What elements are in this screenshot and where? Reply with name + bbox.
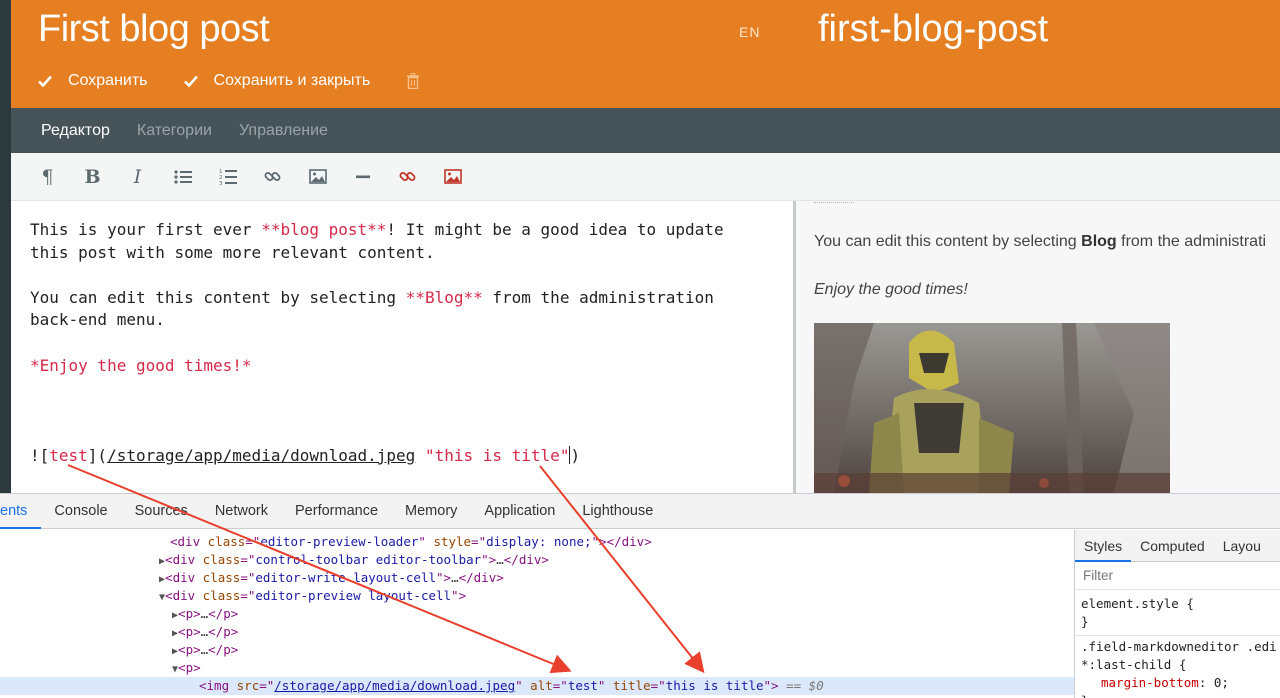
preview-image — [814, 323, 1170, 493]
preview-paragraph: Enjoy the good times! — [814, 281, 968, 298]
tab-application[interactable]: Application — [471, 494, 569, 529]
header-actions: Сохранить Сохранить и закрыть — [38, 70, 420, 92]
tab-sources[interactable]: Sources — [121, 494, 201, 529]
media-link-button[interactable] — [385, 161, 430, 193]
trash-icon[interactable] — [406, 73, 420, 90]
style-rule-selector: .field-markdowneditor .edi — [1081, 639, 1277, 654]
dom-tree: <div class="editor-preview-loader" style… — [0, 530, 1074, 698]
styles-filter-input[interactable]: Filter — [1075, 562, 1280, 590]
image-url: /storage/app/media/download.jpeg — [107, 445, 416, 465]
tab-computed[interactable]: Computed — [1131, 530, 1214, 562]
tab-performance[interactable]: Performance — [282, 494, 392, 529]
bullet-list-button[interactable] — [160, 161, 205, 193]
style-rule-end: } — [1081, 692, 1280, 698]
pilcrow-icon: ¶ — [41, 165, 54, 188]
save-button-label: Сохранить — [68, 72, 148, 89]
bold-button[interactable]: B — [70, 161, 115, 193]
link-button[interactable] — [250, 161, 295, 193]
tab-styles[interactable]: Styles — [1075, 530, 1132, 562]
styles-tabs: Styles Computed Layou — [1075, 530, 1280, 562]
image-title-text: "this is title" — [424, 445, 570, 465]
editor-line: *Enjoy the good times!* — [30, 355, 252, 375]
check-icon — [183, 74, 198, 88]
slug-field[interactable]: first-blog-post — [818, 8, 1048, 51]
expand-arrow-icon: ▶ — [159, 574, 166, 585]
bold-icon: B — [84, 165, 101, 188]
left-edge — [0, 0, 11, 493]
tab-categories[interactable]: Категории — [137, 122, 212, 140]
horizontal-rule-button[interactable] — [340, 161, 385, 193]
tab-memory[interactable]: Memory — [392, 494, 471, 529]
svg-text:3: 3 — [219, 181, 223, 186]
save-and-close-label: Сохранить и закрыть — [213, 72, 371, 89]
dom-node[interactable]: ▶<div class="control-toolbar editor-tool… — [0, 551, 1074, 569]
italic-icon: I — [133, 165, 142, 188]
save-and-close-button[interactable]: Сохранить и закрыть — [183, 72, 371, 90]
dom-node[interactable]: ▶<p>…</p> — [0, 623, 1074, 641]
tab-elements[interactable]: ents — [0, 494, 41, 529]
tab-manage[interactable]: Управление — [239, 122, 328, 140]
numbered-list-icon: 123 — [219, 169, 237, 186]
save-button[interactable]: Сохранить — [38, 72, 148, 90]
link-icon — [264, 172, 281, 181]
editor-line: This is your first ever **blog post**! I… — [30, 220, 724, 239]
paragraph-button[interactable]: ¶ — [25, 161, 70, 193]
dom-node[interactable]: ▶<p>…</p> — [0, 641, 1074, 659]
style-rule-selector: element.style { — [1081, 596, 1194, 611]
page-header: First blog post EN first-blog-post Сохра… — [11, 0, 1280, 108]
minus-icon — [355, 175, 370, 178]
tab-layout[interactable]: Layou — [1214, 530, 1270, 562]
image-button[interactable] — [295, 161, 340, 193]
devtools-tabs: ents Console Sources Network Performance… — [0, 494, 1280, 529]
collapse-arrow-icon: ▼ — [159, 592, 166, 603]
style-rule-selector: *:last-child { — [1081, 657, 1187, 672]
editor-line: You can edit this content by selecting *… — [30, 287, 714, 307]
tab-network[interactable]: Network — [201, 494, 281, 529]
page-title[interactable]: First blog post — [38, 8, 270, 51]
tab-lighthouse[interactable]: Lighthouse — [569, 494, 667, 529]
language-switcher[interactable]: EN — [739, 24, 760, 40]
style-rule-end: } — [1081, 614, 1089, 629]
check-icon — [38, 74, 52, 88]
media-image-icon — [443, 169, 462, 184]
dom-node[interactable]: ▼<div class="editor-preview layout-cell"… — [0, 587, 1074, 605]
dom-node[interactable]: ▼<p> — [0, 659, 1074, 677]
dom-node-selected[interactable]: <img src="/storage/app/media/download.jp… — [0, 677, 1074, 695]
markdown-preview: You can edit this content by selecting B… — [796, 201, 1280, 493]
markdown-toolbar: ¶ B I 123 — [11, 153, 1280, 201]
expand-arrow-icon: ▶ — [172, 628, 179, 639]
dom-node[interactable]: ▶<div class="editor-write layout-cell">…… — [0, 569, 1074, 587]
tab-console[interactable]: Console — [41, 494, 121, 529]
bullet-list-icon — [173, 169, 192, 184]
image-alt-text: test — [49, 445, 88, 465]
media-link-icon — [399, 172, 416, 181]
devtools-panel: ents Console Sources Network Performance… — [0, 493, 1280, 698]
italic-button[interactable]: I — [115, 161, 160, 193]
tab-editor[interactable]: Редактор — [41, 122, 110, 140]
numbered-list-button[interactable]: 123 — [205, 161, 250, 193]
markdown-editor[interactable]: This is your first ever **blog post**! I… — [11, 201, 793, 493]
media-image-button[interactable] — [430, 161, 475, 193]
image-icon — [308, 169, 327, 184]
collapse-arrow-icon: ▼ — [172, 664, 179, 675]
expand-arrow-icon: ▶ — [159, 556, 166, 567]
editor-line: this post with some more relevant conten… — [30, 242, 435, 262]
preview-paragraph: You can edit this content by selecting B… — [814, 233, 1267, 250]
style-property[interactable]: margin-bottom: 0; — [1081, 674, 1280, 692]
dom-node[interactable]: ▶<p>…</p> — [0, 605, 1074, 623]
editor-line: back-end menu. — [30, 310, 165, 330]
expand-arrow-icon: ▶ — [172, 610, 179, 621]
expand-arrow-icon: ▶ — [172, 646, 179, 657]
editor-tabs: Редактор Категории Управление — [11, 108, 1280, 153]
dom-node[interactable]: <div class="editor-preview-loader" style… — [0, 533, 1074, 551]
clipped-content — [814, 201, 854, 203]
styles-panel: Styles Computed Layou Filter element.sty… — [1074, 530, 1280, 698]
editor-image-line: ![test](/storage/app/media/download.jpeg… — [30, 445, 581, 465]
style-rules: element.style { } .field-markdowneditor … — [1075, 595, 1280, 698]
